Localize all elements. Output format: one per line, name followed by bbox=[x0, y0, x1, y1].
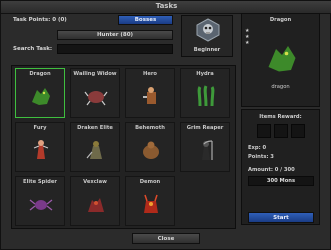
dragon-portrait-icon bbox=[268, 46, 296, 72]
task-tile-name: Fury bbox=[33, 125, 47, 131]
task-tile-hero[interactable]: Hero bbox=[125, 68, 175, 118]
task-tile-dragon[interactable]: Dragon bbox=[15, 68, 65, 118]
detail-title: Dragon bbox=[269, 17, 292, 23]
amount-label: Amount: 0 / 300 bbox=[248, 167, 295, 173]
task-tile-demon[interactable]: Demon bbox=[125, 176, 175, 226]
category-bosses-button[interactable]: Bosses bbox=[118, 15, 173, 25]
reward-slot-2[interactable] bbox=[274, 124, 288, 138]
fury-sprite-icon bbox=[33, 140, 49, 159]
task-tile-name: Grim Reaper bbox=[186, 125, 224, 131]
task-tile-elite-spider[interactable]: Elite Spider bbox=[15, 176, 65, 226]
task-tile-grim-reaper[interactable]: Grim Reaper bbox=[180, 122, 230, 172]
hero-sprite-icon bbox=[143, 87, 156, 104]
wailing-widow-sprite-icon bbox=[84, 91, 108, 106]
rank-label: Beginner bbox=[193, 47, 221, 53]
task-tile-fury[interactable]: Fury bbox=[15, 122, 65, 172]
task-tile-name: Wailing Widow bbox=[73, 71, 117, 77]
rank-dropdown[interactable]: Hunter (80) bbox=[57, 30, 173, 40]
dragon-sprite-icon bbox=[32, 88, 50, 105]
task-points-label: Task Points: 0 (0) bbox=[13, 17, 67, 23]
task-tile-behemoth[interactable]: Behemoth bbox=[125, 122, 175, 172]
demon-sprite-icon bbox=[144, 194, 158, 213]
draken-elite-sprite-icon bbox=[86, 141, 102, 159]
task-tile-name: Dragon bbox=[29, 71, 51, 77]
grim-reaper-sprite-icon bbox=[202, 140, 213, 160]
amount-select[interactable]: 300 Mons bbox=[248, 176, 314, 186]
close-button[interactable]: Close bbox=[132, 233, 200, 244]
search-task-input[interactable] bbox=[57, 44, 173, 54]
points-label: Points: 3 bbox=[248, 154, 274, 160]
items-reward-label: Items Reward: bbox=[259, 114, 302, 120]
task-tile-name: Elite Spider bbox=[23, 179, 57, 185]
start-button[interactable]: Start bbox=[248, 212, 314, 223]
difficulty-stars-icon: ★ ★ ★ bbox=[245, 28, 250, 46]
task-tile-vexclaw[interactable]: Vexclaw bbox=[70, 176, 120, 226]
task-tile-wailing-widow[interactable]: Wailing Widow bbox=[70, 68, 120, 118]
detail-subtitle: dragon bbox=[271, 84, 290, 90]
search-task-label: Search Task: bbox=[13, 46, 53, 52]
task-tile-name: Demon bbox=[139, 179, 161, 185]
behemoth-sprite-icon bbox=[143, 141, 159, 159]
rank-skull-emblem-icon bbox=[196, 18, 220, 42]
elite-spider-sprite-icon bbox=[29, 199, 53, 211]
task-detail-panel: Dragon ★ ★ ★ dragon bbox=[241, 13, 320, 107]
exp-label: Exp: 0 bbox=[248, 145, 267, 151]
task-tile-name: Behemoth bbox=[135, 125, 165, 131]
hydra-sprite-icon bbox=[197, 85, 215, 107]
task-tile-draken-elite[interactable]: Draken Elite bbox=[70, 122, 120, 172]
vexclaw-sprite-icon bbox=[88, 198, 104, 212]
task-tile-name: Hydra bbox=[196, 71, 214, 77]
tasks-window: Tasks Task Points: 0 (0) Bosses Hunter (… bbox=[0, 0, 331, 250]
task-tile-hydra[interactable]: Hydra bbox=[180, 68, 230, 118]
reward-slot-1[interactable] bbox=[257, 124, 271, 138]
rank-panel: Beginner bbox=[181, 15, 233, 57]
reward-slot-3[interactable] bbox=[291, 124, 305, 138]
reward-panel: Items Reward: Exp: 0 Points: 3 Amount: 0… bbox=[241, 109, 320, 225]
task-tile-name: Hero bbox=[143, 71, 157, 77]
window-title: Tasks bbox=[155, 2, 178, 10]
task-tile-name: Vexclaw bbox=[83, 179, 107, 185]
task-tile-name: Draken Elite bbox=[77, 125, 113, 131]
